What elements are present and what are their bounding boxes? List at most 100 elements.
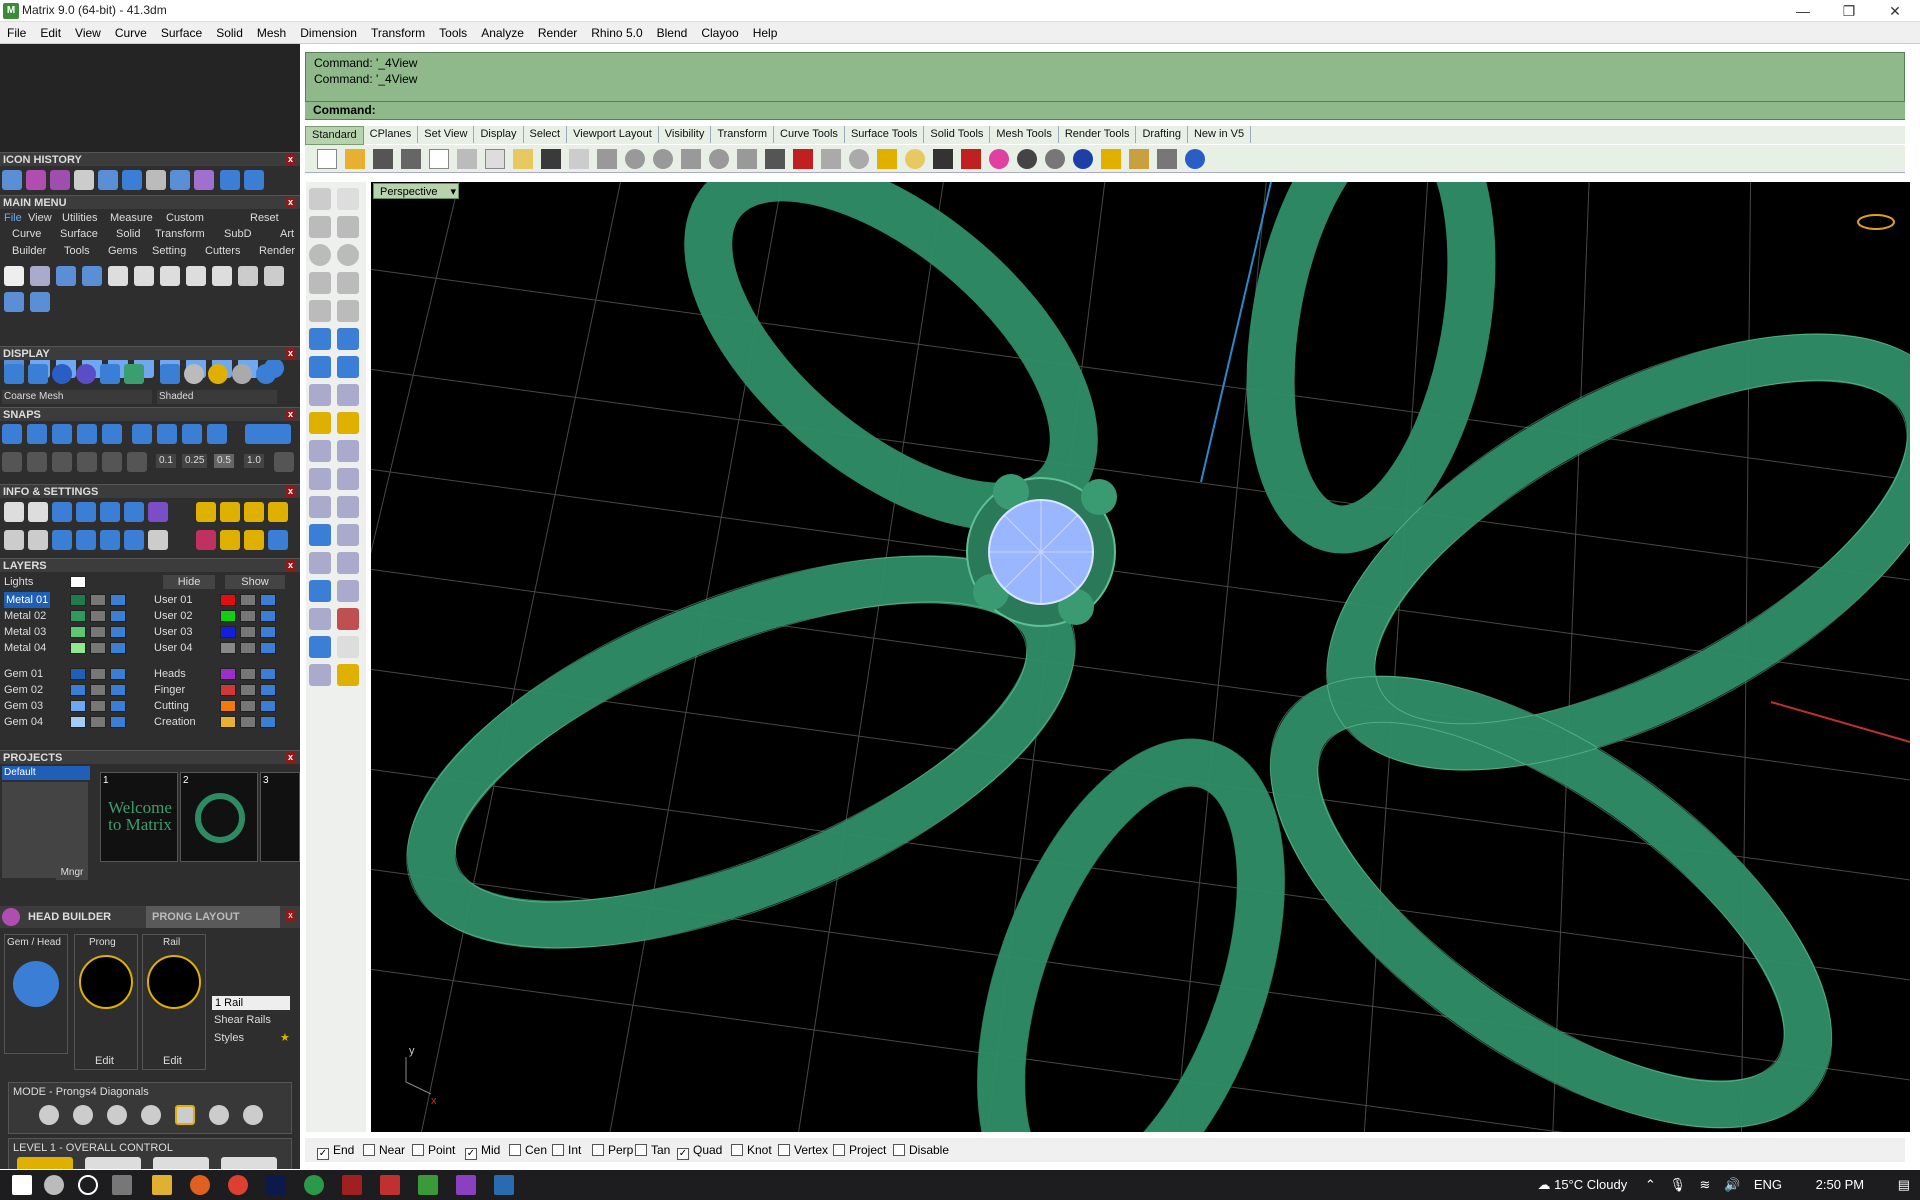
surface-icon[interactable] bbox=[309, 328, 331, 350]
osnap-checkbox[interactable] bbox=[731, 1144, 743, 1156]
layer-color-swatch[interactable] bbox=[220, 594, 236, 606]
check-icon[interactable] bbox=[337, 636, 359, 658]
gem-head-slot[interactable]: Gem / Head bbox=[4, 934, 68, 1054]
tab-new-in-v5[interactable]: New in V5 bbox=[1188, 126, 1252, 143]
osnap-disable[interactable]: Disable bbox=[893, 1143, 949, 1157]
prong-mode-icon[interactable] bbox=[243, 1105, 263, 1125]
perspective-viewport[interactable]: y x bbox=[371, 182, 1910, 1132]
close-icon[interactable]: x bbox=[285, 752, 296, 763]
ghost-icon[interactable] bbox=[124, 364, 144, 384]
tab-mesh-tools[interactable]: Mesh Tools bbox=[990, 126, 1059, 143]
grid-snap-icon[interactable] bbox=[2, 452, 22, 472]
group-icon[interactable] bbox=[337, 608, 359, 630]
windows-start-icon[interactable] bbox=[12, 1175, 32, 1195]
project-thumb-2[interactable]: 2 bbox=[180, 772, 258, 862]
surface-2-icon[interactable] bbox=[337, 328, 359, 350]
zoom-extents-icon[interactable] bbox=[681, 149, 701, 169]
visibility-icon[interactable] bbox=[110, 642, 126, 654]
layer-color-swatch[interactable] bbox=[220, 668, 236, 680]
save-icon[interactable] bbox=[108, 266, 128, 286]
array-icon[interactable] bbox=[337, 580, 359, 602]
pdf-icon[interactable] bbox=[380, 1175, 400, 1195]
new-file-icon[interactable] bbox=[4, 266, 24, 286]
template-icon[interactable] bbox=[186, 266, 206, 286]
cplane-icon[interactable] bbox=[821, 149, 841, 169]
back-arrow-icon[interactable] bbox=[220, 170, 240, 190]
main-menu-gems[interactable]: Gems bbox=[108, 243, 137, 259]
level-icon[interactable] bbox=[17, 1157, 73, 1169]
main-menu-curve[interactable]: Curve bbox=[12, 226, 41, 242]
firefox-icon[interactable] bbox=[190, 1175, 210, 1195]
tab-viewport-layout[interactable]: Viewport Layout bbox=[567, 126, 659, 143]
cortana-icon[interactable] bbox=[78, 1175, 98, 1195]
info-icon[interactable] bbox=[52, 502, 72, 522]
hide-button[interactable]: Hide bbox=[163, 575, 215, 589]
new-file-icon[interactable] bbox=[317, 149, 337, 169]
history-tool-icon[interactable] bbox=[122, 170, 142, 190]
clock[interactable]: 2:50 PM bbox=[1816, 1177, 1864, 1192]
layer-color-swatch[interactable] bbox=[220, 626, 236, 638]
lock-icon[interactable] bbox=[240, 626, 256, 638]
layer-color-swatch[interactable] bbox=[220, 684, 236, 696]
render-sphere-icon[interactable] bbox=[76, 364, 96, 384]
join-icon[interactable] bbox=[309, 496, 331, 518]
layer-name[interactable]: Gem 02 bbox=[4, 682, 43, 698]
ellipse-icon[interactable] bbox=[337, 244, 359, 266]
level-icon[interactable] bbox=[85, 1157, 141, 1169]
properties-icon[interactable] bbox=[429, 149, 449, 169]
visibility-icon[interactable] bbox=[110, 610, 126, 622]
circle-icon[interactable] bbox=[309, 244, 331, 266]
main-menu-tab-measure[interactable]: Measure bbox=[110, 210, 153, 226]
level-icon[interactable] bbox=[221, 1157, 277, 1169]
lightning-icon[interactable] bbox=[337, 412, 359, 434]
osnap-checkbox[interactable] bbox=[592, 1144, 604, 1156]
wifi-icon[interactable]: ≋ bbox=[1700, 1177, 1711, 1192]
history-tool-icon[interactable] bbox=[50, 170, 70, 190]
grid-icon[interactable] bbox=[274, 452, 294, 472]
main-menu-art[interactable]: Art bbox=[280, 226, 294, 242]
osnap-tan[interactable]: Tan bbox=[635, 1143, 670, 1157]
menu-mesh[interactable]: Mesh bbox=[250, 22, 293, 44]
copy-tool-icon[interactable] bbox=[337, 440, 359, 462]
layer-name[interactable]: User 03 bbox=[154, 624, 193, 640]
rail-edit-button[interactable]: Edit bbox=[163, 1053, 182, 1069]
menu-dimension[interactable]: Dimension bbox=[293, 22, 364, 44]
osnap-end[interactable]: ✓ End bbox=[317, 1143, 354, 1160]
layer-color-swatch[interactable] bbox=[70, 594, 86, 606]
main-menu-tab-utilities[interactable]: Utilities bbox=[62, 210, 97, 226]
visibility-icon[interactable] bbox=[260, 668, 276, 680]
lock-icon[interactable] bbox=[240, 684, 256, 696]
zoom-selected-icon[interactable] bbox=[709, 149, 729, 169]
visibility-icon[interactable] bbox=[110, 626, 126, 638]
main-menu-transform[interactable]: Transform bbox=[155, 226, 205, 242]
weather-text[interactable]: 15°C Cloudy bbox=[1554, 1177, 1627, 1192]
lock-icon[interactable] bbox=[240, 594, 256, 606]
paste-icon[interactable] bbox=[513, 149, 533, 169]
four-view-icon[interactable] bbox=[765, 149, 785, 169]
rendered-sphere-icon[interactable] bbox=[1045, 149, 1065, 169]
layer-color-swatch[interactable] bbox=[70, 668, 86, 680]
visibility-icon[interactable] bbox=[110, 700, 126, 712]
history-tool-icon[interactable] bbox=[2, 170, 22, 190]
library-2-icon[interactable] bbox=[30, 292, 50, 312]
silver-icon[interactable] bbox=[232, 364, 252, 384]
dimension-icon[interactable] bbox=[337, 552, 359, 574]
main-menu-tab-file[interactable]: File bbox=[4, 210, 22, 226]
visibility-icon[interactable] bbox=[110, 716, 126, 728]
analyze-icon[interactable] bbox=[309, 636, 331, 658]
scale-icon[interactable] bbox=[337, 468, 359, 490]
snap-icon[interactable] bbox=[77, 452, 97, 472]
osnap-knot[interactable]: Knot bbox=[731, 1143, 772, 1157]
light-bulb-icon[interactable] bbox=[905, 149, 925, 169]
menu-curve[interactable]: Curve bbox=[108, 22, 154, 44]
library-icon[interactable] bbox=[4, 292, 24, 312]
osnap-checkbox[interactable]: ✓ bbox=[677, 1148, 689, 1160]
lock-icon[interactable] bbox=[240, 642, 256, 654]
rail-count-select[interactable]: 1 Rail bbox=[212, 996, 290, 1010]
osnap-checkbox[interactable]: ✓ bbox=[465, 1148, 477, 1160]
info-icon[interactable] bbox=[52, 530, 72, 550]
layer-name[interactable]: Metal 03 bbox=[4, 624, 46, 640]
info-icon[interactable] bbox=[100, 530, 120, 550]
open-icon[interactable] bbox=[345, 149, 365, 169]
file-explorer-icon[interactable] bbox=[152, 1175, 172, 1195]
